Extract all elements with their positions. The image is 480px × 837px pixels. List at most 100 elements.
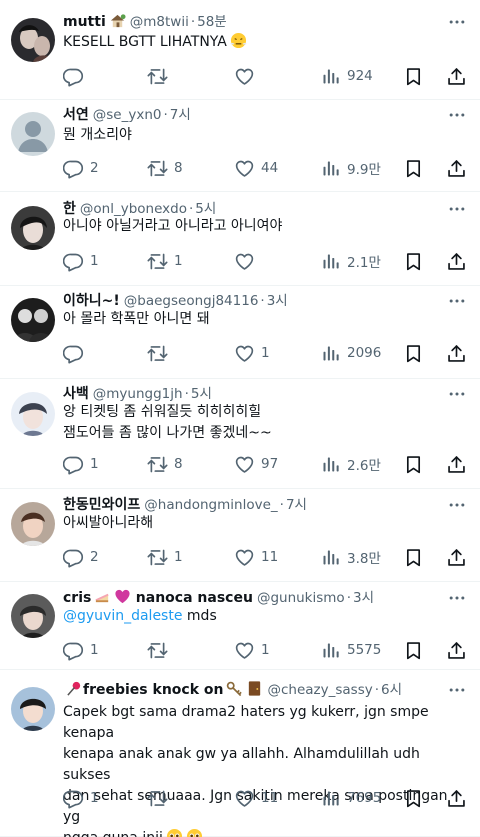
retweet-button[interactable]: 1 [147, 545, 183, 569]
bookmark-button[interactable] [403, 156, 424, 180]
display-name[interactable]: 이하니~! [63, 293, 120, 309]
user-handle[interactable]: @se_yxn0 [93, 107, 162, 123]
views-button[interactable]: 5575 [320, 638, 381, 662]
views-button[interactable]: 2.6만 [320, 452, 381, 476]
tweet-text-content: 아니야 아닐거라고 아니라고 아니여야 [63, 218, 283, 234]
views-button[interactable]: 7695 [320, 786, 381, 810]
plead-emoji [183, 828, 203, 837]
more-icon[interactable] [446, 11, 468, 33]
reply-button[interactable] [63, 341, 90, 365]
retweet-button[interactable] [147, 786, 174, 810]
user-handle[interactable]: @myungg1jh [93, 386, 183, 402]
share-button[interactable] [446, 249, 467, 273]
avatar[interactable] [11, 298, 55, 342]
bookmark-button[interactable] [403, 638, 424, 662]
tweet-item[interactable]: freebies knock on @cheazy_sassy · 6시 Capek b… [0, 671, 480, 837]
share-button[interactable] [446, 786, 467, 810]
reply-button[interactable]: 1 [63, 249, 99, 273]
tweet-item[interactable]: mutti @m8twii · 58분 KESELL BGTT LIHATNYA 924 [0, 0, 480, 100]
reply-button[interactable]: 2 [63, 545, 99, 569]
avatar[interactable] [11, 18, 55, 62]
bookmark-icon [403, 158, 424, 179]
display-name[interactable]: cris [63, 590, 91, 606]
timestamp[interactable]: 5시 [195, 201, 216, 217]
display-name[interactable]: 서연 [63, 107, 89, 123]
views-button[interactable]: 2.1만 [320, 249, 381, 273]
reply-button[interactable]: 1 [63, 786, 99, 810]
timestamp[interactable]: 6시 [381, 682, 402, 698]
display-name-suffix[interactable]: nanoca nasceu [136, 590, 253, 606]
reply-button[interactable]: 2 [63, 156, 99, 180]
tweet-item[interactable]: cris nanoca nasceu @gunukismo · 3시 @gyuvin_d… [0, 583, 480, 670]
share-button[interactable] [446, 64, 467, 88]
tweet-item[interactable]: 이하니~! @baegseongj84116 · 3시 아 몰라 학폭만 아니면 돼 1 2… [0, 287, 480, 379]
user-handle[interactable]: @baegseongj84116 [124, 293, 259, 309]
share-button[interactable] [446, 545, 467, 569]
like-button[interactable]: 1 [234, 638, 270, 662]
bookmark-button[interactable] [403, 452, 424, 476]
retweet-button[interactable]: 8 [147, 452, 183, 476]
avatar[interactable] [11, 687, 55, 731]
views-button[interactable]: 924 [320, 64, 373, 88]
retweet-button[interactable]: 1 [147, 249, 183, 273]
mention-link[interactable]: @gyuvin_daleste [63, 608, 182, 624]
retweet-button[interactable] [147, 341, 174, 365]
display-name[interactable]: 사백 [63, 386, 89, 402]
views-button[interactable]: 9.9만 [320, 156, 381, 180]
timestamp[interactable]: 3시 [353, 590, 374, 606]
timestamp[interactable]: 58분 [197, 14, 227, 30]
tweet-header: 서연 @se_yxn0 · 7시 [63, 104, 440, 126]
like-button[interactable]: 44 [234, 156, 278, 180]
user-handle[interactable]: @onl_ybonexdo [80, 201, 187, 217]
bookmark-button[interactable] [403, 64, 424, 88]
retweets-count: 1 [174, 549, 183, 565]
like-button[interactable]: 97 [234, 452, 278, 476]
avatar[interactable] [11, 392, 55, 436]
display-name[interactable]: 한 [63, 201, 76, 217]
share-button[interactable] [446, 452, 467, 476]
share-button[interactable] [446, 341, 467, 365]
retweet-button[interactable] [147, 64, 174, 88]
separator-dot: · [184, 386, 189, 402]
more-icon[interactable] [446, 679, 468, 701]
like-button[interactable] [234, 249, 261, 273]
timestamp[interactable]: 7시 [286, 497, 307, 513]
more-icon[interactable] [446, 104, 468, 126]
bookmark-button[interactable] [403, 786, 424, 810]
reply-button[interactable]: 1 [63, 452, 99, 476]
user-handle[interactable]: @m8twii [130, 14, 189, 30]
like-button[interactable]: 11 [234, 786, 278, 810]
display-name[interactable]: freebies knock on [83, 682, 223, 698]
bookmark-button[interactable] [403, 341, 424, 365]
reply-button[interactable]: 1 [63, 638, 99, 662]
avatar[interactable] [11, 502, 55, 546]
avatar[interactable] [11, 112, 55, 156]
like-button[interactable]: 1 [234, 341, 270, 365]
bookmark-button[interactable] [403, 249, 424, 273]
retweet-button[interactable]: 8 [147, 156, 183, 180]
views-button[interactable]: 3.8만 [320, 545, 381, 569]
display-name[interactable]: mutti [63, 14, 106, 30]
tweet-item[interactable]: 한 @onl_ybonexdo · 5시 아니야 아닐거라고 아니라고 아니여야 1 1 2.… [0, 193, 480, 286]
user-handle[interactable]: @cheazy_sassy [267, 682, 372, 698]
like-button[interactable]: 11 [234, 545, 278, 569]
views-button[interactable]: 2096 [320, 341, 381, 365]
tweet-item[interactable]: 한동민와이프 @handongminlove_ · 7시 아씨발아니라해 2 1 11 3.8만 [0, 490, 480, 582]
tweet-item[interactable]: 서연 @se_yxn0 · 7시 뭔 개소리야 2 8 44 9.9만 [0, 101, 480, 192]
user-handle[interactable]: @gunukismo [257, 590, 345, 606]
user-handle[interactable]: @handongminlove_ [144, 497, 277, 513]
share-button[interactable] [446, 638, 467, 662]
timestamp[interactable]: 5시 [191, 386, 212, 402]
avatar[interactable] [11, 206, 55, 250]
timestamp[interactable]: 3시 [267, 293, 288, 309]
avatar[interactable] [11, 594, 55, 638]
timestamp[interactable]: 7시 [170, 107, 191, 123]
bookmark-button[interactable] [403, 545, 424, 569]
display-name[interactable]: 한동민와이프 [63, 497, 140, 513]
retweet-button[interactable] [147, 638, 174, 662]
like-button[interactable] [234, 64, 261, 88]
share-button[interactable] [446, 156, 467, 180]
tweet-text: Capek bgt sama drama2 haters yg kukerr, … [63, 702, 466, 837]
tweet-item[interactable]: 사백 @myungg1jh · 5시 앙 티켓팅 좀 쉬워질듯 히히히히힐 잼도어들 좀… [0, 380, 480, 489]
reply-button[interactable] [63, 64, 90, 88]
